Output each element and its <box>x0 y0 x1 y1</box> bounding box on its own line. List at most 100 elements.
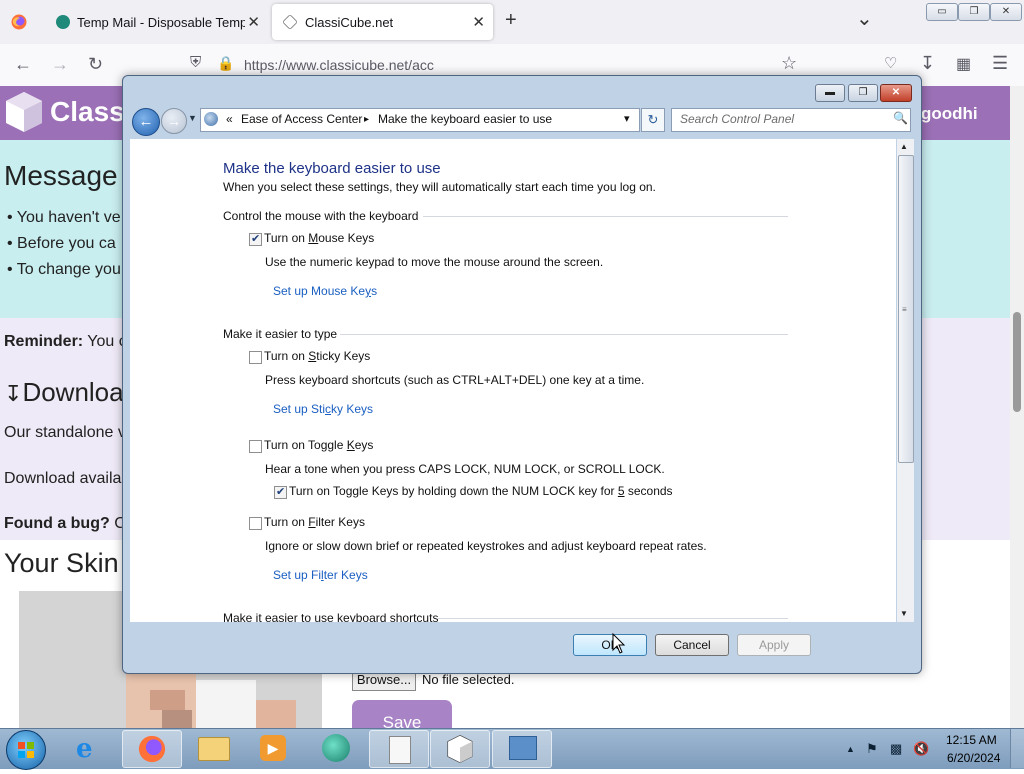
url-bar[interactable]: https://www.classicube.net/acc <box>244 57 434 73</box>
clock-time[interactable]: 12:15 AM <box>946 733 997 747</box>
apply-button[interactable]: Apply <box>737 634 811 656</box>
window-restore-button[interactable]: ❐ <box>958 3 990 21</box>
reminder-text: Reminder: You c <box>4 333 127 350</box>
address-dropdown-icon[interactable]: ▾ <box>624 112 630 125</box>
forward-arrow-icon[interactable]: → <box>161 108 187 134</box>
bookmark-star-icon[interactable]: ☆ <box>781 53 797 74</box>
cancel-button[interactable]: Cancel <box>655 634 729 656</box>
breadcrumb-chevrons[interactable]: « <box>226 112 233 126</box>
back-arrow-icon[interactable]: ← <box>14 54 32 75</box>
extensions-icon[interactable]: ▦ <box>956 54 971 74</box>
filter-keys-description: Ignore or slow down brief or repeated ke… <box>265 539 707 553</box>
message-bullet: • You haven't ve <box>7 209 121 226</box>
breadcrumb-separator-icon[interactable]: ▸ <box>364 114 369 125</box>
download-availability-text: Download availa <box>4 470 122 487</box>
volume-muted-icon[interactable]: 🔇 <box>913 741 929 757</box>
show-hidden-icons-icon[interactable]: ▲ <box>846 744 855 754</box>
dialog-close-button[interactable]: ✕ <box>880 84 912 102</box>
scroll-down-arrow-icon[interactable]: ▼ <box>900 609 908 618</box>
recent-pages-dropdown-icon[interactable]: ▼ <box>188 113 197 123</box>
mouse-cursor-icon <box>612 633 626 654</box>
download-icon: ↧ <box>4 381 23 406</box>
tab-classicube[interactable]: ClassiCube.net ✕ <box>272 4 493 40</box>
mouse-keys-label[interactable]: Turn on Mouse Keys <box>264 231 374 245</box>
message-bullet: • Before you ca <box>7 235 116 252</box>
sticky-keys-label[interactable]: Turn on Sticky Keys <box>264 349 370 363</box>
new-tab-button[interactable]: + <box>505 9 517 32</box>
lock-icon[interactable]: 🔒 <box>217 55 234 72</box>
page-scrollbar-thumb[interactable] <box>1013 312 1021 412</box>
toggle-keys-checkbox[interactable] <box>249 440 262 453</box>
media-player-icon[interactable]: ▶ <box>245 730 303 766</box>
section-heading-mouse: Control the mouse with the keyboard <box>223 209 419 223</box>
user-name[interactable]: goodhi <box>921 104 978 124</box>
breadcrumb-ease-of-access[interactable]: Ease of Access Center <box>241 112 362 126</box>
page-title: Make the keyboard easier to use <box>223 160 441 177</box>
network-icon[interactable]: ▩ <box>890 741 902 757</box>
window-minimize-button[interactable]: ▭ <box>926 3 958 21</box>
section-divider <box>423 216 788 217</box>
skin-pixel <box>150 690 185 710</box>
control-panel-icon[interactable] <box>492 730 552 768</box>
filter-keys-label[interactable]: Turn on Filter Keys <box>264 515 365 529</box>
scroll-up-arrow-icon[interactable]: ▲ <box>900 142 908 151</box>
flag-icon[interactable]: ⚑ <box>866 741 878 757</box>
breadcrumb-keyboard[interactable]: Make the keyboard easier to use <box>378 112 552 126</box>
tab-classicube-label: ClassiCube.net <box>305 14 394 30</box>
download-icon[interactable]: ↧ <box>920 53 935 74</box>
temp-mail-favicon <box>56 15 70 29</box>
tab-temp-mail[interactable]: Temp Mail - Disposable Tempo ✕ <box>46 4 268 40</box>
sticky-keys-checkbox[interactable] <box>249 351 262 364</box>
dialog-minimize-button[interactable]: ▬ <box>815 84 845 102</box>
reload-icon[interactable]: ↻ <box>88 54 103 75</box>
ok-button[interactable]: OK <box>573 634 647 656</box>
notepad-icon[interactable] <box>369 730 429 768</box>
toggle-keys-hold-label[interactable]: Turn on Toggle Keys by holding down the … <box>289 484 673 498</box>
classicube-icon[interactable] <box>430 730 490 768</box>
back-arrow-icon[interactable]: ← <box>132 108 160 136</box>
dialog-maximize-button[interactable]: ❐ <box>848 84 878 102</box>
mouse-keys-description: Use the numeric keypad to move the mouse… <box>265 255 604 269</box>
section-divider <box>340 334 788 335</box>
forward-arrow-icon[interactable]: → <box>51 54 69 75</box>
tab-temp-mail-label: Temp Mail - Disposable Tempo <box>77 14 245 30</box>
explorer-icon[interactable] <box>184 730 242 766</box>
firefox-icon[interactable] <box>122 730 182 768</box>
setup-filter-keys-link[interactable]: Set up Filter Keys <box>273 568 368 582</box>
refresh-button[interactable]: ↻ <box>641 108 665 132</box>
ie-icon[interactable]: e <box>61 730 119 766</box>
setup-sticky-keys-link[interactable]: Set up Sticky Keys <box>273 402 373 416</box>
setup-mouse-keys-link[interactable]: Set up Mouse Keys <box>273 284 377 298</box>
tab-close-icon[interactable]: ✕ <box>247 13 260 31</box>
save-button[interactable]: Save <box>352 700 452 728</box>
classicube-logo-icon[interactable] <box>4 90 44 134</box>
no-file-label: No file selected. <box>422 672 515 687</box>
message-bullet: • To change you <box>7 261 121 278</box>
pocket-icon[interactable]: ♡ <box>884 54 897 72</box>
tab-close-icon[interactable]: ✕ <box>472 13 485 31</box>
show-desktop-button[interactable] <box>1010 729 1024 768</box>
skin-pixel <box>256 700 296 728</box>
mouse-keys-checkbox[interactable] <box>249 232 262 246</box>
globe-icon <box>282 14 298 30</box>
toggle-keys-hold-checkbox[interactable] <box>274 485 287 499</box>
list-all-tabs-icon[interactable]: ⌄ <box>856 6 873 31</box>
message-title: Message <box>4 160 118 191</box>
shield-icon[interactable]: ⛨ <box>190 54 201 71</box>
app-icon[interactable] <box>307 730 365 766</box>
sticky-keys-description: Press keyboard shortcuts (such as CTRL+A… <box>265 373 645 387</box>
section-heading-typing: Make it easier to type <box>223 327 338 341</box>
filter-keys-checkbox[interactable] <box>249 517 262 530</box>
section-divider <box>438 618 788 619</box>
toggle-keys-label[interactable]: Turn on Toggle Keys <box>264 438 373 452</box>
clock-date[interactable]: 6/20/2024 <box>947 751 1000 765</box>
search-icon[interactable]: 🔍 <box>893 111 908 125</box>
firefox-menu-icon[interactable] <box>11 14 27 30</box>
windows-logo-icon <box>18 742 34 758</box>
bug-text: Found a bug? C <box>4 515 126 532</box>
window-close-button[interactable]: ✕ <box>990 3 1022 21</box>
start-button[interactable] <box>6 730 46 770</box>
skin-pixel <box>196 680 256 728</box>
hamburger-menu-icon[interactable]: ☰ <box>992 53 1008 74</box>
site-name[interactable]: Class <box>50 96 125 128</box>
